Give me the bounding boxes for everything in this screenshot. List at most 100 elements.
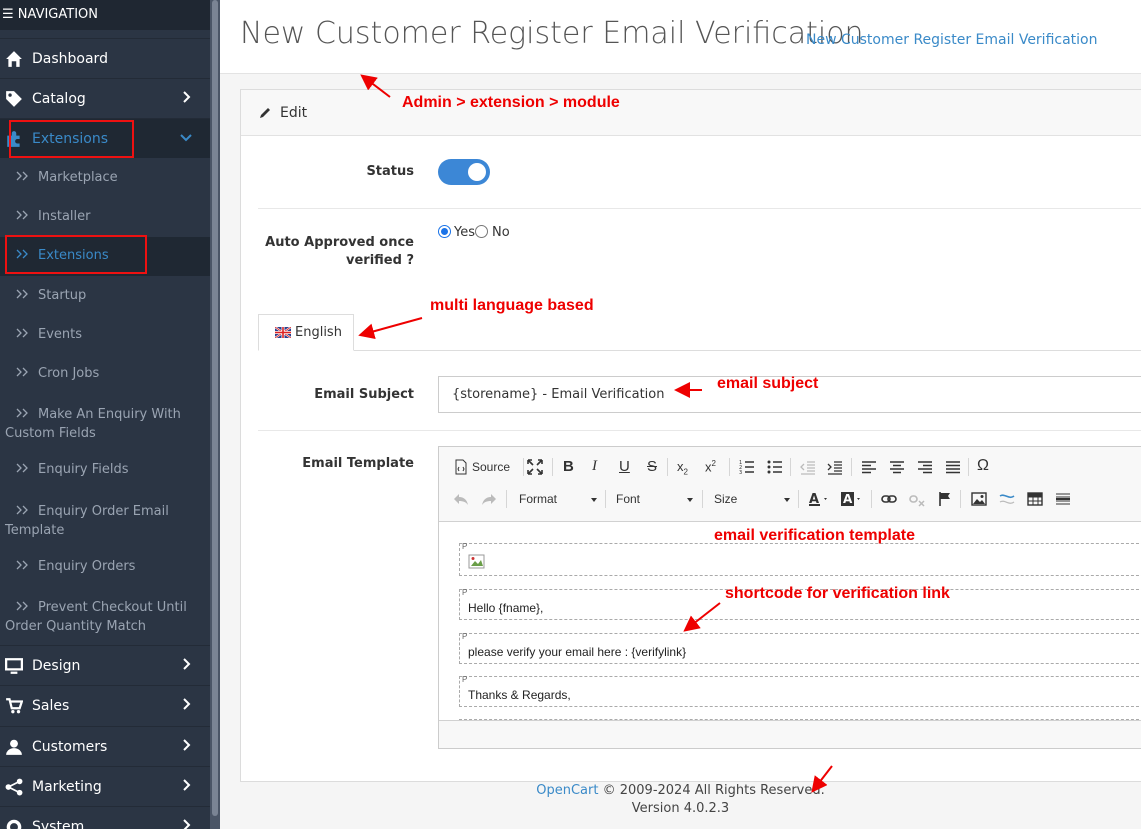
chevron-right-icon bbox=[183, 698, 191, 710]
double-chevron-icon bbox=[16, 408, 28, 418]
scrollbar-thumb[interactable] bbox=[212, 0, 218, 816]
horizontal-rule-icon[interactable] bbox=[1055, 491, 1071, 507]
email-template-label: Email Template bbox=[302, 456, 414, 471]
sidebar-subitem-cron-jobs[interactable]: Cron Jobs bbox=[0, 366, 210, 381]
unlink-icon[interactable] bbox=[909, 491, 925, 507]
toolbar-separator bbox=[667, 458, 668, 476]
paragraph-tag: P bbox=[462, 675, 468, 684]
status-toggle[interactable] bbox=[438, 159, 490, 185]
table-icon[interactable] bbox=[1027, 491, 1043, 507]
paragraph-image[interactable]: P bbox=[459, 542, 1141, 576]
copyright-line: OpenCart © 2009-2024 All Rights Reserved… bbox=[220, 782, 1141, 800]
sidebar-subitem-marketplace[interactable]: Marketplace bbox=[0, 170, 210, 185]
toolbar-separator bbox=[523, 458, 524, 476]
breadcrumb[interactable]: New Customer Register Email Verification bbox=[806, 32, 1097, 48]
sidebar-item-catalog[interactable]: Catalog bbox=[0, 78, 210, 118]
undo-icon[interactable] bbox=[453, 491, 469, 507]
sidebar-subitem-make-enquiry[interactable]: Make An Enquiry With Custom Fields bbox=[0, 405, 210, 443]
chevron-right-icon bbox=[183, 91, 191, 103]
align-center-icon[interactable] bbox=[889, 459, 905, 475]
sidebar-item-sales[interactable]: Sales bbox=[0, 685, 210, 725]
subscript-icon[interactable]: x2 bbox=[677, 459, 688, 477]
anchor-flag-icon[interactable] bbox=[937, 491, 953, 507]
flash-icon[interactable] bbox=[999, 491, 1015, 507]
double-chevron-icon bbox=[16, 210, 28, 220]
chevron-down-icon bbox=[591, 498, 597, 502]
sidebar-item-customers[interactable]: Customers bbox=[0, 726, 210, 766]
copyright-text: © 2009-2024 All Rights Reserved. bbox=[598, 783, 825, 798]
outdent-icon[interactable] bbox=[800, 459, 816, 475]
monitor-icon bbox=[5, 657, 23, 674]
redo-icon[interactable] bbox=[481, 491, 497, 507]
sidebar-subitem-prevent-checkout[interactable]: Prevent Checkout Until Order Quantity Ma… bbox=[0, 598, 210, 636]
sidebar-item-dashboard[interactable]: Dashboard bbox=[0, 38, 210, 78]
svg-text:A: A bbox=[843, 492, 853, 506]
text-color-icon[interactable]: A bbox=[808, 491, 832, 507]
menu-icon[interactable]: ☰ bbox=[2, 7, 14, 22]
opencart-link[interactable]: OpenCart bbox=[536, 783, 598, 798]
toolbar-separator bbox=[506, 490, 507, 508]
underline-icon[interactable]: U bbox=[619, 458, 630, 475]
special-char-icon[interactable]: Ω bbox=[977, 457, 989, 475]
bullet-list-icon[interactable] bbox=[767, 459, 783, 475]
sidebar-subitem-enquiry-order-email[interactable]: Enquiry Order Email Template bbox=[0, 502, 210, 540]
highlight-box-extensions bbox=[9, 120, 134, 158]
sidebar-item-label: Customers bbox=[32, 738, 108, 755]
bold-icon[interactable]: B bbox=[563, 458, 574, 475]
subitem-label: Enquiry Fields bbox=[38, 462, 129, 477]
sidebar-item-marketing[interactable]: Marketing bbox=[0, 766, 210, 806]
toolbar-separator bbox=[729, 458, 730, 476]
broken-image-icon[interactable] bbox=[468, 554, 486, 570]
sidebar-subitem-installer[interactable]: Installer bbox=[0, 209, 210, 224]
numbered-list-icon[interactable]: 123 bbox=[739, 459, 755, 475]
source-button[interactable]: Source bbox=[472, 460, 510, 474]
editor-content[interactable]: P P Hello {fname}, P please verify your … bbox=[439, 523, 1141, 721]
link-icon[interactable] bbox=[881, 491, 897, 507]
paragraph-verify-link[interactable]: P please verify your email here : {verif… bbox=[459, 632, 1141, 664]
cog-icon bbox=[6, 819, 22, 829]
main-content: New Customer Register Email Verification… bbox=[220, 0, 1141, 829]
sidebar-subitem-events[interactable]: Events bbox=[0, 327, 210, 342]
page-header: New Customer Register Email Verification… bbox=[220, 0, 1141, 74]
indent-icon[interactable] bbox=[827, 459, 843, 475]
strikethrough-icon[interactable]: S bbox=[647, 458, 657, 475]
source-icon[interactable] bbox=[453, 459, 469, 475]
superscript-icon[interactable]: x2 bbox=[705, 459, 716, 474]
size-dropdown[interactable]: Size bbox=[714, 492, 790, 508]
sidebar-item-system[interactable]: System bbox=[0, 806, 210, 829]
justify-icon[interactable] bbox=[945, 459, 961, 475]
annotation-path: Admin > extension > module bbox=[402, 94, 620, 111]
size-dropdown-label: Size bbox=[714, 492, 738, 506]
image-icon[interactable] bbox=[971, 491, 987, 507]
tab-english[interactable]: English bbox=[258, 314, 354, 351]
maximize-icon[interactable] bbox=[527, 459, 543, 475]
sidebar-subitem-enquiry-orders[interactable]: Enquiry Orders bbox=[0, 559, 210, 574]
subitem-label: Startup bbox=[38, 288, 87, 303]
align-left-icon[interactable] bbox=[861, 459, 877, 475]
double-chevron-icon bbox=[16, 171, 28, 181]
chevron-right-icon bbox=[183, 819, 191, 829]
annotation-email-template: email verification template bbox=[714, 527, 915, 544]
format-dropdown[interactable]: Format bbox=[519, 492, 597, 508]
sidebar-scrollbar[interactable] bbox=[210, 0, 220, 829]
paragraph-regards[interactable]: P Thanks & Regards, bbox=[459, 675, 1141, 707]
toolbar-separator bbox=[968, 458, 969, 476]
verify-link-text: please verify your email here : {verifyl… bbox=[468, 645, 687, 659]
radio-yes-label: Yes bbox=[454, 225, 475, 240]
align-right-icon[interactable] bbox=[917, 459, 933, 475]
chevron-right-icon bbox=[183, 779, 191, 791]
font-dropdown[interactable]: Font bbox=[616, 492, 693, 508]
sidebar-item-design[interactable]: Design bbox=[0, 645, 210, 685]
auto-approved-label: Auto Approved once verified ? bbox=[261, 234, 414, 270]
radio-yes[interactable] bbox=[438, 225, 451, 238]
svg-text:3: 3 bbox=[739, 470, 742, 475]
radio-no[interactable] bbox=[475, 225, 488, 238]
paragraph-tag: P bbox=[462, 632, 468, 641]
double-chevron-icon bbox=[16, 367, 28, 377]
divider bbox=[258, 430, 1141, 431]
italic-icon[interactable]: I bbox=[592, 458, 597, 475]
sidebar-subitem-startup[interactable]: Startup bbox=[0, 288, 210, 303]
regards-text: Thanks & Regards, bbox=[468, 688, 571, 702]
background-color-icon[interactable]: A bbox=[841, 491, 865, 507]
sidebar-subitem-enquiry-fields[interactable]: Enquiry Fields bbox=[0, 462, 210, 477]
